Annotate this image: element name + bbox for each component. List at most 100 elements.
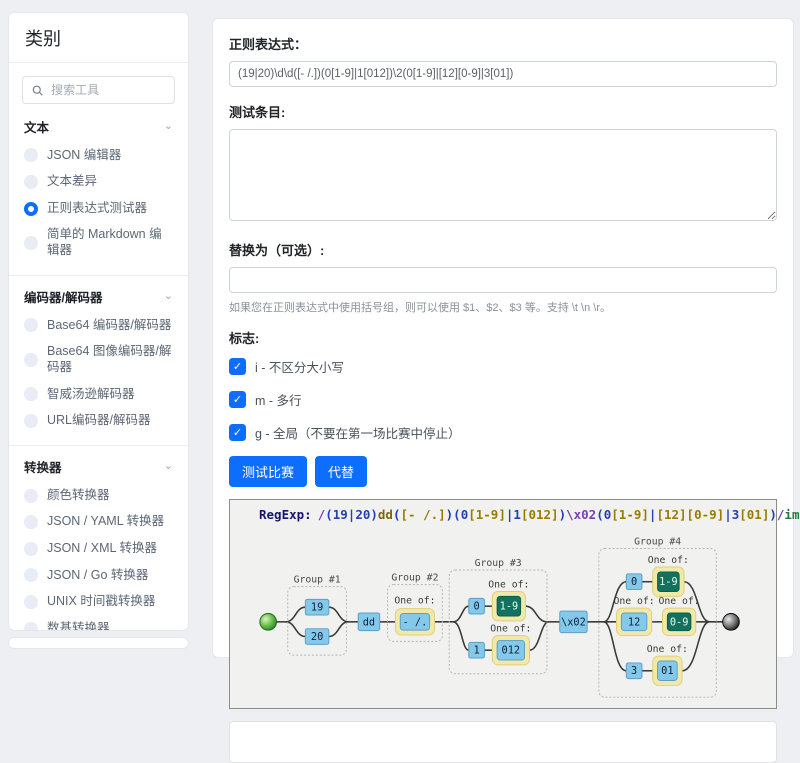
sidebar-section-converters[interactable]: 转换器 ⌄ (24, 457, 173, 476)
sidebar-item-label: JSON 编辑器 (47, 148, 121, 164)
svg-text:- /.: - /. (403, 616, 428, 628)
radio-icon (24, 353, 38, 367)
section-label: 转换器 (24, 457, 62, 476)
checkbox-checked-icon[interactable]: ✓ (229, 424, 246, 441)
sidebar-item-label: 颜色转换器 (47, 488, 110, 504)
regex-input[interactable] (229, 61, 777, 87)
sidebar-item-label: 智威汤逊解码器 (47, 387, 135, 403)
group-1-box (288, 587, 347, 655)
radio-icon (24, 515, 38, 529)
sidebar-item-json-yaml[interactable]: JSON / YAML 转换器 (22, 509, 175, 536)
sidebar-item-number-base[interactable]: 数基转换器 (22, 615, 175, 631)
replace-help-text: 如果您在正则表达式中使用括号组，则可以使用 $1、$2、$3 等。支持 \t \… (229, 299, 777, 315)
sidebar-item-label: JSON / YAML 转换器 (47, 514, 164, 530)
sidebar-item-json-editor[interactable]: JSON 编辑器 (22, 142, 175, 169)
sidebar-item-label: Base64 编码器/解码器 (47, 318, 171, 334)
sidebar-item-label: 正则表达式测试器 (47, 201, 147, 217)
sidebar-item-json-xml[interactable]: JSON / XML 转换器 (22, 536, 175, 563)
svg-text:0: 0 (631, 576, 637, 588)
radio-icon (24, 542, 38, 556)
search-input[interactable] (51, 83, 165, 97)
radio-icon (24, 568, 38, 582)
radio-icon (24, 595, 38, 609)
regexp-prefix: RegExp: (259, 507, 312, 522)
sidebar-item-text-diff[interactable]: 文本差异 (22, 169, 175, 196)
flag-i-row[interactable]: ✓ i - 不区分大小写 (229, 357, 777, 376)
chevron-down-icon: ⌄ (164, 121, 173, 132)
sidebar-item-label: UNIX 时间戳转换器 (47, 594, 155, 610)
test-entries-label: 测试条目: (229, 102, 777, 121)
radio-icon (24, 175, 38, 189)
svg-text:1-9: 1-9 (500, 601, 519, 613)
svg-text:19: 19 (311, 602, 323, 614)
svg-text:One of:: One of: (488, 580, 529, 591)
replace-input[interactable] (229, 267, 777, 293)
sidebar-item-color-converter[interactable]: 颜色转换器 (22, 482, 175, 509)
sidebar-section-text[interactable]: 文本 ⌄ (24, 117, 173, 136)
flag-i-label: i - 不区分大小写 (255, 357, 344, 376)
sidebar-title: 类别 (9, 13, 188, 62)
radio-icon (24, 489, 38, 503)
flag-m-label: m - 多行 (255, 390, 302, 409)
sidebar-item-json-go[interactable]: JSON / Go 转换器 (22, 562, 175, 589)
svg-text:1: 1 (473, 645, 479, 657)
svg-text:12: 12 (628, 616, 640, 628)
svg-text:Group #4: Group #4 (634, 537, 681, 548)
svg-text:Group #1: Group #1 (294, 575, 341, 586)
svg-text:One of:: One of: (648, 555, 689, 566)
start-node-icon (260, 614, 277, 631)
sidebar-item-markdown-editor[interactable]: 简单的 Markdown 编辑器 (22, 222, 175, 264)
divider (9, 445, 188, 446)
sidebar-item-label: Base64 图像编码器/解码器 (47, 344, 173, 375)
svg-text:012: 012 (502, 645, 521, 657)
svg-text:One of:: One of: (614, 596, 655, 607)
sidebar-item-jwt-decoder[interactable]: 智威汤逊解码器 (22, 381, 175, 408)
svg-text:01: 01 (661, 665, 673, 677)
svg-text:0: 0 (473, 601, 479, 613)
sidebar-item-label: URL编码器/解码器 (47, 413, 150, 429)
svg-text:20: 20 (311, 631, 323, 643)
sidebar-item-label: 文本差异 (47, 174, 97, 190)
chevron-down-icon: ⌄ (164, 461, 173, 472)
sidebar-item-base64[interactable]: Base64 编码器/解码器 (22, 312, 175, 339)
flags-label: 标志: (229, 328, 777, 347)
svg-text:One of:: One of: (659, 596, 700, 607)
checkbox-checked-icon[interactable]: ✓ (229, 358, 246, 375)
sidebar-item-label: 数基转换器 (47, 621, 110, 631)
sidebar-item-regex-tester[interactable]: 正则表达式测试器 (22, 195, 175, 222)
flag-m-row[interactable]: ✓ m - 多行 (229, 390, 777, 409)
svg-text:Group #2: Group #2 (391, 573, 438, 584)
svg-text:dd: dd (363, 616, 375, 628)
section-label: 编码器/解码器 (24, 287, 102, 306)
svg-text:0-9: 0-9 (670, 616, 689, 628)
flag-g-label: g - 全局（不要在第一场比赛中停止） (255, 423, 461, 442)
checkbox-checked-icon[interactable]: ✓ (229, 391, 246, 408)
radio-selected-icon (24, 202, 38, 216)
sidebar-item-unix-timestamp[interactable]: UNIX 时间戳转换器 (22, 589, 175, 616)
search-icon (32, 84, 43, 97)
search-box[interactable] (22, 76, 175, 104)
divider (9, 275, 188, 276)
railroad-svg: Group #1 Group #2 Group #3 Group #4 19 2… (230, 524, 776, 704)
sidebar-item-base64-image[interactable]: Base64 图像编码器/解码器 (22, 339, 175, 381)
sidebar-section-codecs[interactable]: 编码器/解码器 ⌄ (24, 287, 173, 306)
radio-icon (24, 236, 38, 250)
replace-label: 替换为（可选）: (229, 240, 777, 259)
radio-icon (24, 387, 38, 401)
svg-text:One of:: One of: (490, 624, 531, 635)
flag-g-row[interactable]: ✓ g - 全局（不要在第一场比赛中停止） (229, 423, 777, 442)
regex-tester-panel: 正则表达式： 测试条目: 替换为（可选）: 如果您在正则表达式中使用括号组，则可… (212, 18, 794, 658)
radio-icon (24, 414, 38, 428)
end-node-icon (723, 614, 740, 631)
results-panel (229, 721, 777, 763)
radio-icon (24, 318, 38, 332)
test-entries-textarea[interactable] (229, 129, 777, 221)
svg-text:\x02: \x02 (561, 616, 586, 628)
regex-railroad-diagram: RegExp:/(19|20)dd([- /.])(0[1-9]|1[012])… (229, 499, 777, 709)
svg-text:Group #3: Group #3 (475, 558, 522, 569)
section-label: 文本 (24, 117, 49, 136)
sidebar-item-url-codec[interactable]: URL编码器/解码器 (22, 408, 175, 435)
test-matches-button[interactable]: 测试比赛 (229, 456, 307, 487)
replace-button[interactable]: 代替 (315, 456, 367, 487)
svg-text:3: 3 (631, 665, 637, 677)
